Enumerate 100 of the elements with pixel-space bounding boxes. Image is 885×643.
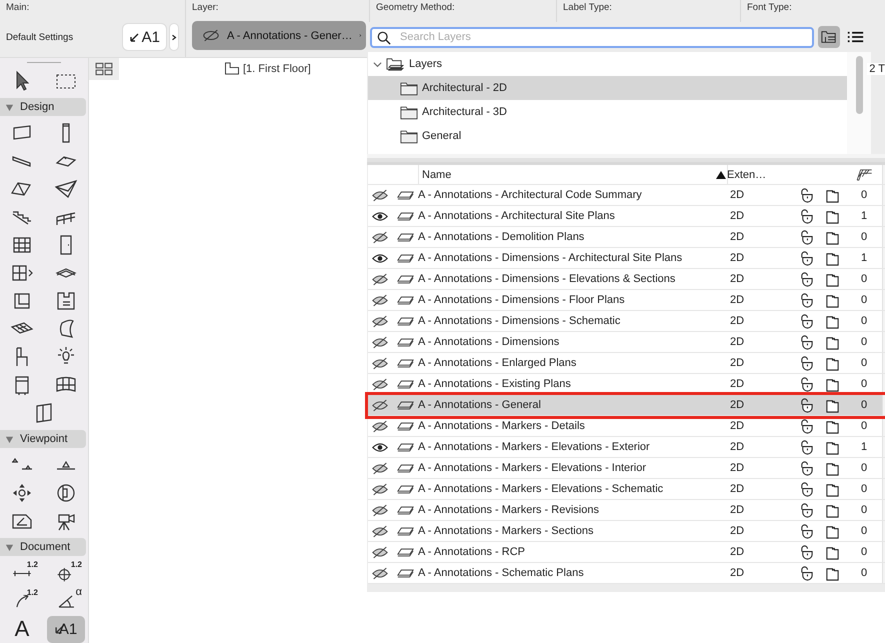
layer-row[interactable]: A - Annotations - Schematic Plans 2D 0: [368, 563, 885, 584]
padlock-icon[interactable]: [798, 208, 814, 224]
label-tool[interactable]: A1: [47, 616, 85, 642]
padlock-icon[interactable]: [798, 502, 814, 518]
scrollbar-thumb[interactable]: [856, 56, 862, 114]
padlock-icon[interactable]: [798, 376, 814, 392]
eye-icon[interactable]: [371, 210, 389, 222]
layer-row[interactable]: A - Annotations - Enlarged Plans 2D 0: [368, 353, 885, 374]
section-header[interactable]: Viewpoint: [0, 430, 86, 448]
sheet-icon[interactable]: [824, 292, 840, 308]
hidden-eye-icon[interactable]: [371, 272, 389, 286]
layer-row[interactable]: A - Annotations - Dimensions - Schematic 2D 0: [368, 311, 885, 332]
count-cell-text: 1: [860, 209, 868, 224]
tree-item[interactable]: General: [368, 124, 847, 148]
sheet-icon[interactable]: [824, 356, 840, 370]
padlock-icon[interactable]: [798, 460, 814, 476]
chevron-icon[interactable]: [373, 60, 382, 68]
hidden-eye-icon[interactable]: [371, 356, 389, 370]
tree-item[interactable]: Layers: [368, 52, 847, 76]
label-settings-button[interactable]: A1: [122, 23, 167, 51]
expand-button[interactable]: [169, 23, 179, 51]
layer-stack-icon: [396, 358, 414, 368]
level-tool[interactable]: 1.2: [47, 560, 85, 586]
layer-row[interactable]: A - Annotations - Demolition Plans 2D 0: [368, 227, 885, 248]
hidden-eye-icon[interactable]: [371, 566, 389, 580]
padlock-icon[interactable]: [798, 356, 814, 370]
sheet-icon[interactable]: [824, 250, 840, 266]
sheet-icon[interactable]: [824, 566, 840, 580]
sheet-icon[interactable]: [824, 440, 840, 454]
sheet-icon[interactable]: [824, 482, 840, 496]
layer-row[interactable]: A - Annotations - General 2D 0: [368, 395, 885, 416]
hidden-eye-icon[interactable]: [371, 398, 389, 412]
layer-row[interactable]: A - Annotations - Dimensions - Floor Plans 2D 0: [368, 290, 885, 311]
layer-row[interactable]: A - Annotations - Dimensions 2D 0: [368, 332, 885, 353]
tree-item[interactable]: Architectural - 2D: [368, 76, 847, 100]
layer-row[interactable]: A - Annotations - Markers - Elevations - Exterior 2D 1: [368, 437, 885, 458]
padlock-icon[interactable]: [798, 250, 814, 266]
sheet-icon[interactable]: [824, 418, 840, 434]
column-header[interactable]: Exten…: [727, 165, 794, 184]
section-header[interactable]: Design: [0, 98, 86, 116]
sheet-icon[interactable]: [824, 334, 840, 350]
hidden-eye-icon[interactable]: [371, 294, 389, 306]
layer-row[interactable]: A - Annotations - Markers - Sections 2D 0: [368, 521, 885, 542]
sheet-icon[interactable]: [824, 188, 840, 202]
layer-row[interactable]: A - Annotations - Dimensions - Elevations & Sections 2D 0: [368, 269, 885, 290]
layer-row[interactable]: A - Annotations - Markers - Elevations - Schematic 2D 0: [368, 479, 885, 500]
layer-row[interactable]: A - Annotations - Architectural Site Plans 2D 1: [368, 206, 885, 227]
padlock-icon[interactable]: [798, 314, 814, 328]
sheet-icon[interactable]: [824, 460, 840, 476]
hidden-eye-icon[interactable]: [371, 546, 389, 558]
layer-row[interactable]: A - Annotations - Architectural Code Summary 2D 0: [368, 185, 885, 206]
padlock-icon[interactable]: [798, 544, 814, 560]
radial-tool[interactable]: 1.2: [3, 588, 41, 614]
grid-view-button[interactable]: [94, 60, 114, 78]
padlock-icon[interactable]: [798, 272, 814, 286]
section-header[interactable]: Document: [0, 538, 86, 556]
padlock-icon[interactable]: [798, 566, 814, 580]
floor-tab[interactable]: [1. First Floor]: [224, 62, 311, 75]
hidden-eye-icon[interactable]: [371, 314, 389, 328]
padlock-icon[interactable]: [798, 398, 814, 412]
angle-tool[interactable]: α: [47, 588, 85, 614]
hidden-eye-icon[interactable]: [371, 230, 389, 244]
sheet-icon[interactable]: [824, 272, 840, 286]
dimension-tool[interactable]: 1.2: [3, 560, 41, 586]
sheet-icon[interactable]: [824, 544, 840, 560]
hidden-eye-icon[interactable]: [371, 188, 389, 202]
folder-view-button[interactable]: [818, 26, 840, 48]
count-cell-text: 0: [860, 461, 868, 476]
tree-item[interactable]: Architectural - 3D: [368, 100, 847, 124]
layer-row[interactable]: A - Annotations - Markers - Revisions 2D 0: [368, 500, 885, 521]
hidden-eye-icon[interactable]: [371, 420, 389, 432]
sheet-icon[interactable]: [824, 524, 840, 538]
text-tool[interactable]: A: [3, 616, 41, 642]
padlock-icon[interactable]: [798, 418, 814, 434]
layer-row[interactable]: A - Annotations - Dimensions - Architectural Site Plans 2D 1: [368, 248, 885, 269]
padlock-icon[interactable]: [798, 230, 814, 244]
sheet-icon[interactable]: [824, 376, 840, 392]
sheet-icon[interactable]: [824, 398, 840, 412]
padlock-icon[interactable]: [798, 482, 814, 496]
layer-row[interactable]: A - Annotations - RCP 2D 0: [368, 542, 885, 563]
padlock-icon[interactable]: [798, 440, 814, 454]
sheet-icon[interactable]: [824, 502, 840, 518]
hidden-eye-icon[interactable]: [371, 336, 389, 348]
hidden-eye-icon[interactable]: [371, 524, 389, 538]
padlock-icon[interactable]: [798, 524, 814, 538]
layer-dropdown[interactable]: A - Annotations - Gener…: [192, 21, 366, 50]
layer-row[interactable]: A - Annotations - Markers - Elevations - Interior 2D 0: [368, 458, 885, 479]
eye-icon[interactable]: [371, 252, 389, 264]
hidden-eye-icon[interactable]: [371, 504, 389, 516]
padlock-icon[interactable]: [798, 188, 814, 202]
sheet-icon[interactable]: [824, 230, 840, 244]
padlock-icon[interactable]: [798, 292, 814, 308]
sheet-icon[interactable]: [824, 314, 840, 328]
eye-icon[interactable]: [371, 440, 389, 454]
hidden-eye-icon[interactable]: [371, 378, 389, 390]
padlock-icon[interactable]: [798, 334, 814, 350]
hidden-eye-icon[interactable]: [371, 482, 389, 496]
hidden-eye-icon[interactable]: [371, 462, 389, 474]
search-field[interactable]: Search Layers: [370, 26, 814, 48]
sheet-icon[interactable]: [824, 208, 840, 224]
